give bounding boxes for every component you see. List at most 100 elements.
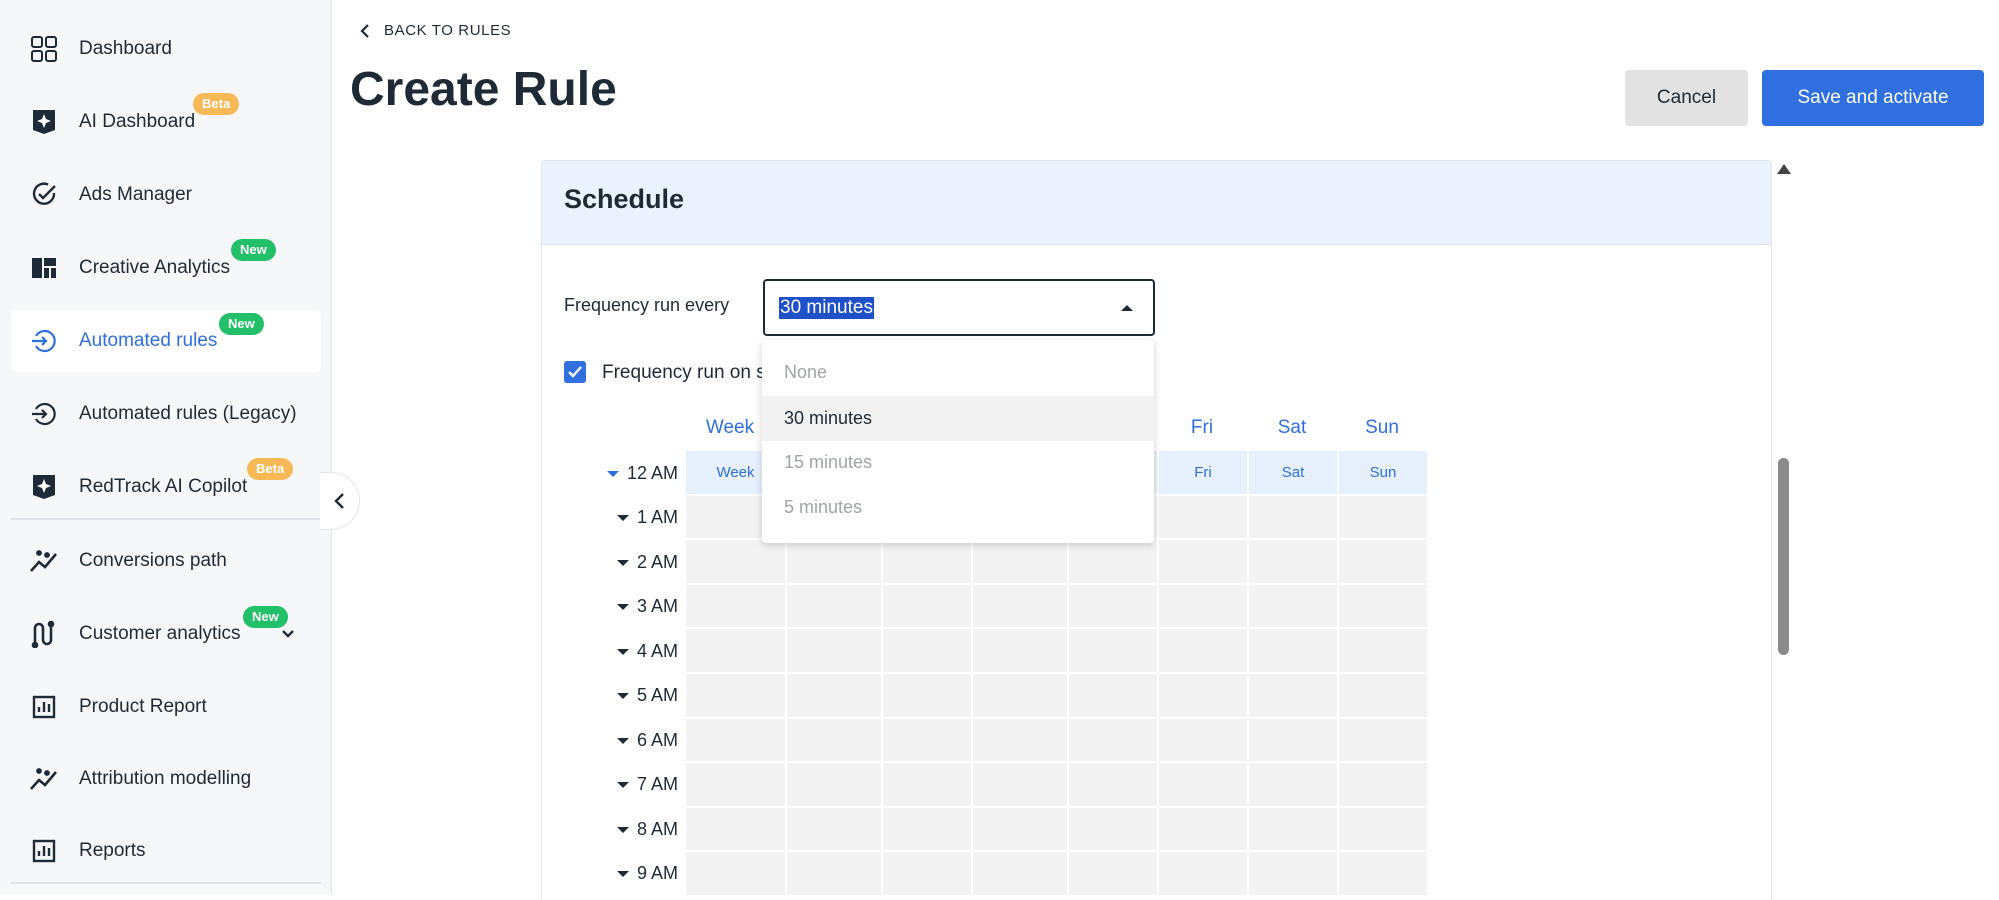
grid-cell[interactable]: [685, 717, 786, 763]
grid-cell[interactable]: [1338, 806, 1428, 852]
sidebar-item-conversions-path[interactable]: Conversions path: [11, 530, 321, 592]
grid-cell[interactable]: [1248, 539, 1338, 584]
grid-cell[interactable]: [1068, 539, 1158, 584]
sidebar-item-automated-rules-legacy[interactable]: Automated rules (Legacy): [11, 383, 321, 445]
grid-cell[interactable]: [786, 628, 882, 673]
grid-cell[interactable]: [1248, 628, 1338, 673]
sidebar-item-customer-analytics[interactable]: Customer analytics New: [11, 603, 321, 665]
grid-cell[interactable]: [786, 539, 882, 584]
grid-cell[interactable]: [1338, 539, 1428, 584]
grid-cell[interactable]: [1248, 851, 1338, 896]
grid-cell[interactable]: [1248, 806, 1338, 852]
grid-cell[interactable]: [972, 762, 1068, 807]
grid-cell[interactable]: [882, 762, 972, 807]
grid-cell[interactable]: [1158, 539, 1248, 584]
grid-cell[interactable]: [1248, 762, 1338, 807]
row-label[interactable]: 1 AM: [592, 507, 678, 528]
grid-cell[interactable]: [882, 628, 972, 673]
grid-cell[interactable]: [1068, 673, 1158, 718]
grid-cell[interactable]: [685, 539, 786, 584]
option-15-minutes[interactable]: 15 minutes: [762, 440, 1154, 485]
grid-cell[interactable]: [1338, 494, 1428, 540]
cancel-button[interactable]: Cancel: [1625, 70, 1748, 126]
grid-cell[interactable]: [1248, 494, 1338, 540]
row-label[interactable]: 5 AM: [592, 685, 678, 706]
grid-cell[interactable]: [882, 539, 972, 584]
grid-cell[interactable]: [685, 806, 786, 852]
sidebar-item-redtrack-ai-copilot[interactable]: RedTrack AI Copilot Beta: [11, 456, 321, 518]
option-5-minutes[interactable]: 5 minutes: [762, 485, 1154, 530]
panel-scrollbar[interactable]: [1772, 160, 1794, 894]
grid-cell[interactable]: [1158, 851, 1248, 896]
grid-cell[interactable]: [1158, 583, 1248, 629]
grid-cell[interactable]: [1248, 717, 1338, 763]
grid-cell[interactable]: [972, 673, 1068, 718]
grid-header-sun[interactable]: Sun: [1338, 450, 1428, 495]
grid-cell[interactable]: [972, 539, 1068, 584]
grid-cell[interactable]: [786, 762, 882, 807]
grid-cell[interactable]: [1338, 717, 1428, 763]
grid-cell[interactable]: [1338, 673, 1428, 718]
grid-cell[interactable]: [972, 583, 1068, 629]
sidebar-item-product-report[interactable]: Product Report: [11, 676, 321, 738]
grid-cell[interactable]: [1158, 494, 1248, 540]
save-and-activate-button[interactable]: Save and activate: [1762, 70, 1984, 126]
grid-cell[interactable]: [882, 583, 972, 629]
grid-cell[interactable]: [972, 717, 1068, 763]
grid-cell[interactable]: [882, 851, 972, 896]
grid-cell[interactable]: [1248, 673, 1338, 718]
option-30-minutes[interactable]: 30 minutes: [762, 396, 1154, 441]
grid-cell[interactable]: [972, 851, 1068, 896]
grid-cell[interactable]: [972, 628, 1068, 673]
grid-cell[interactable]: [1068, 806, 1158, 852]
grid-cell[interactable]: [1338, 762, 1428, 807]
grid-cell[interactable]: [1068, 583, 1158, 629]
grid-cell[interactable]: [786, 717, 882, 763]
grid-cell[interactable]: [1068, 762, 1158, 807]
back-to-rules-link[interactable]: BACK TO RULES: [360, 22, 511, 39]
sidebar-item-dashboard[interactable]: Dashboard: [11, 18, 321, 80]
grid-cell[interactable]: [1158, 806, 1248, 852]
grid-cell[interactable]: [882, 673, 972, 718]
sidebar-item-creative-analytics[interactable]: Creative Analytics New: [11, 237, 321, 299]
row-label[interactable]: 8 AM: [592, 819, 678, 840]
scroll-thumb[interactable]: [1778, 458, 1789, 655]
row-label[interactable]: 7 AM: [592, 774, 678, 795]
grid-cell[interactable]: [1338, 628, 1428, 673]
grid-cell[interactable]: [786, 583, 882, 629]
row-label[interactable]: 3 AM: [592, 596, 678, 617]
sidebar-item-automated-rules[interactable]: Automated rules New: [11, 310, 321, 372]
row-label[interactable]: 9 AM: [592, 863, 678, 884]
grid-cell[interactable]: [1338, 583, 1428, 629]
grid-header-fri[interactable]: Fri: [1158, 450, 1248, 495]
grid-cell[interactable]: [882, 717, 972, 763]
chevron-down-icon[interactable]: [281, 627, 295, 641]
option-none[interactable]: None: [762, 350, 1154, 395]
sidebar-item-ads-manager[interactable]: Ads Manager: [11, 164, 321, 226]
sidebar-item-reports[interactable]: Reports: [11, 820, 321, 882]
row-label[interactable]: 12 AM: [592, 463, 678, 484]
grid-header-sat[interactable]: Sat: [1248, 450, 1338, 495]
row-label[interactable]: 2 AM: [592, 552, 678, 573]
grid-cell[interactable]: [1248, 583, 1338, 629]
grid-cell[interactable]: [1068, 717, 1158, 763]
grid-cell[interactable]: [1158, 628, 1248, 673]
collapse-sidebar-button[interactable]: [320, 472, 360, 530]
grid-cell[interactable]: [1158, 673, 1248, 718]
grid-cell[interactable]: [972, 806, 1068, 852]
grid-cell[interactable]: [786, 851, 882, 896]
row-label[interactable]: 4 AM: [592, 641, 678, 662]
grid-cell[interactable]: [1158, 762, 1248, 807]
grid-cell[interactable]: [685, 628, 786, 673]
frequency-schedule-checkbox[interactable]: [564, 361, 586, 383]
grid-cell[interactable]: [685, 673, 786, 718]
grid-cell[interactable]: [882, 806, 972, 852]
grid-cell[interactable]: [786, 806, 882, 852]
row-label[interactable]: 6 AM: [592, 730, 678, 751]
grid-cell[interactable]: [1068, 628, 1158, 673]
grid-cell[interactable]: [685, 762, 786, 807]
grid-cell[interactable]: [786, 673, 882, 718]
scroll-up-icon[interactable]: [1777, 164, 1791, 174]
grid-cell[interactable]: [685, 583, 786, 629]
grid-cell[interactable]: [685, 851, 786, 896]
